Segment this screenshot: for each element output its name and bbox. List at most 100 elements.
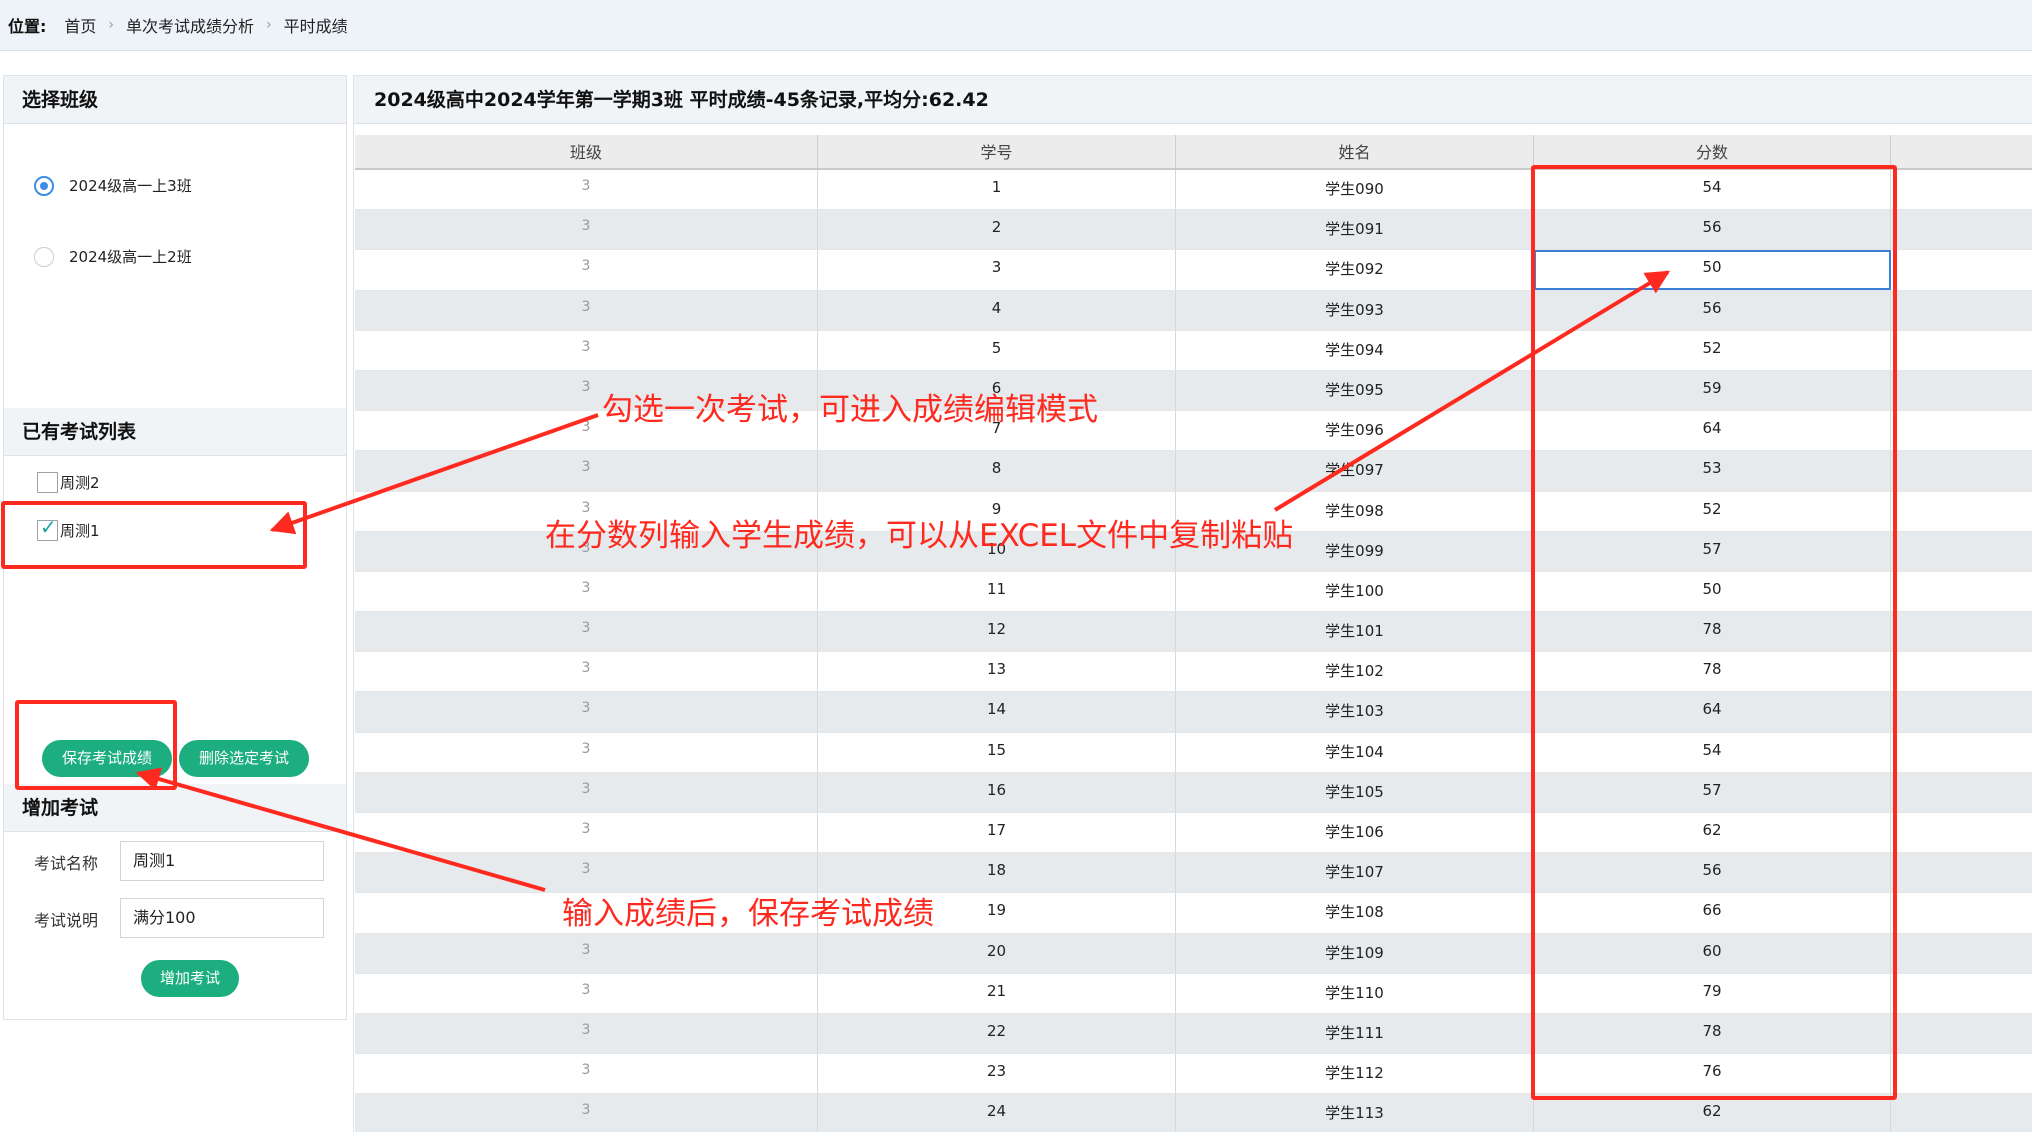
cell-class: 3 bbox=[355, 853, 818, 893]
cell-student-no: 8 bbox=[818, 451, 1176, 491]
exam-name-input[interactable]: 周测1 bbox=[120, 841, 324, 881]
cell-class: 3 bbox=[355, 250, 818, 290]
cell-name: 学生100 bbox=[1176, 571, 1534, 612]
cell-filler bbox=[1891, 1014, 2032, 1053]
breadcrumb-exam-analysis[interactable]: 单次考试成绩分析 bbox=[126, 13, 254, 37]
column-header-class[interactable]: 班级 bbox=[355, 135, 818, 168]
cell-filler bbox=[1891, 451, 2032, 490]
radio-empty-icon[interactable] bbox=[34, 246, 54, 267]
cell-class: 3 bbox=[355, 652, 818, 692]
cell-student-no: 22 bbox=[818, 1013, 1176, 1054]
cell-filler bbox=[1891, 250, 2032, 289]
annotation-box-exam-checkbox bbox=[1, 501, 307, 569]
cell-student-no: 3 bbox=[818, 250, 1176, 290]
class-option-label: 2024级高一上3班 bbox=[69, 177, 192, 195]
cell-name: 学生104 bbox=[1176, 732, 1534, 772]
cell-name: 学生109 bbox=[1176, 933, 1534, 973]
exam-desc-input[interactable]: 满分100 bbox=[120, 898, 324, 938]
cell-class: 3 bbox=[355, 451, 818, 491]
cell-class: 3 bbox=[355, 210, 818, 250]
exam-list-title: 已有考试列表 bbox=[4, 408, 346, 456]
cell-filler bbox=[1891, 1094, 2032, 1132]
cell-name: 学生095 bbox=[1176, 370, 1534, 411]
cell-class: 3 bbox=[355, 1013, 818, 1054]
cell-name: 学生102 bbox=[1176, 652, 1534, 692]
cell-class: 3 bbox=[355, 571, 818, 612]
cell-class: 3 bbox=[355, 692, 818, 732]
checkbox-empty-icon[interactable] bbox=[37, 472, 58, 493]
cell-class: 3 bbox=[355, 933, 818, 973]
add-exam-button[interactable]: 增加考试 bbox=[141, 960, 239, 997]
cell-name: 学生108 bbox=[1176, 893, 1534, 933]
radio-selected-icon[interactable] bbox=[34, 175, 54, 196]
cell-class: 3 bbox=[355, 170, 818, 210]
cell-student-no: 18 bbox=[818, 853, 1176, 893]
cell-name: 学生103 bbox=[1176, 692, 1534, 732]
cell-filler bbox=[1891, 934, 2032, 973]
cell-student-no: 5 bbox=[818, 330, 1176, 370]
cell-name: 学生110 bbox=[1176, 973, 1534, 1013]
column-header-filler bbox=[1891, 135, 2032, 168]
cell-student-no: 16 bbox=[818, 772, 1176, 812]
cell-name: 学生112 bbox=[1176, 1054, 1534, 1094]
breadcrumb: 位置: 首页 › 单次考试成绩分析 › 平时成绩 bbox=[0, 0, 2032, 51]
cell-student-no: 13 bbox=[818, 652, 1176, 692]
cell-student-no: 17 bbox=[818, 813, 1176, 853]
exam-name-label: 考试名称 bbox=[34, 854, 99, 873]
cell-filler bbox=[1891, 773, 2032, 812]
annotation-text-input: 在分数列输入学生成绩，可以从EXCEL文件中复制粘贴 bbox=[545, 518, 1294, 554]
breadcrumb-current: 平时成绩 bbox=[283, 17, 348, 36]
cell-filler bbox=[1891, 371, 2032, 410]
annotation-text-select: 勾选一次考试，可进入成绩编辑模式 bbox=[602, 392, 1098, 428]
cell-name: 学生107 bbox=[1176, 853, 1534, 893]
chevron-right-icon: › bbox=[108, 17, 115, 33]
cell-class: 3 bbox=[355, 612, 818, 652]
cell-class: 3 bbox=[355, 330, 818, 370]
cell-filler bbox=[1891, 331, 2032, 370]
cell-class: 3 bbox=[355, 1094, 818, 1132]
add-exam-title: 增加考试 bbox=[4, 784, 346, 832]
delete-selected-exam-button[interactable]: 删除选定考试 bbox=[179, 740, 309, 777]
cell-name: 学生096 bbox=[1176, 411, 1534, 451]
exam-item-weekly-2[interactable]: 周测2 bbox=[37, 472, 100, 493]
cell-student-no: 1 bbox=[818, 170, 1176, 210]
cell-class: 3 bbox=[355, 813, 818, 853]
cell-filler bbox=[1891, 853, 2032, 892]
exam-item-label: 周测2 bbox=[60, 474, 100, 492]
cell-name: 学生091 bbox=[1176, 210, 1534, 250]
cell-filler bbox=[1891, 974, 2032, 1013]
column-header-score[interactable]: 分数 bbox=[1534, 135, 1891, 168]
column-header-student-no[interactable]: 学号 bbox=[818, 135, 1176, 168]
cell-filler bbox=[1891, 1054, 2032, 1093]
cell-name: 学生111 bbox=[1176, 1013, 1534, 1054]
cell-name: 学生094 bbox=[1176, 330, 1534, 370]
cell-filler bbox=[1891, 813, 2032, 852]
cell-filler bbox=[1891, 733, 2032, 772]
cell-filler bbox=[1891, 692, 2032, 731]
cell-name: 学生090 bbox=[1176, 170, 1534, 210]
cell-student-no: 2 bbox=[818, 210, 1176, 250]
cell-name: 学生092 bbox=[1176, 250, 1534, 290]
cell-class: 3 bbox=[355, 1054, 818, 1094]
cell-student-no: 21 bbox=[818, 973, 1176, 1013]
cell-student-no: 24 bbox=[818, 1094, 1176, 1132]
cell-class: 3 bbox=[355, 772, 818, 812]
class-section-title: 选择班级 bbox=[4, 76, 346, 124]
cell-filler bbox=[1891, 572, 2032, 611]
cell-filler bbox=[1891, 652, 2032, 691]
class-option-2[interactable]: 2024级高一上2班 bbox=[34, 246, 192, 267]
cell-filler bbox=[1891, 291, 2032, 330]
breadcrumb-home[interactable]: 首页 bbox=[64, 13, 96, 37]
cell-name: 学生093 bbox=[1176, 290, 1534, 330]
column-header-name[interactable]: 姓名 bbox=[1176, 135, 1534, 168]
class-option-3[interactable]: 2024级高一上3班 bbox=[34, 175, 192, 196]
cell-class: 3 bbox=[355, 732, 818, 772]
cell-student-no: 11 bbox=[818, 571, 1176, 612]
annotation-box-save-button bbox=[15, 700, 177, 790]
cell-filler bbox=[1891, 170, 2032, 209]
cell-class: 3 bbox=[355, 290, 818, 330]
cell-filler bbox=[1891, 210, 2032, 249]
cell-filler bbox=[1891, 492, 2032, 531]
cell-student-no: 14 bbox=[818, 692, 1176, 732]
exam-desc-label: 考试说明 bbox=[34, 911, 99, 930]
